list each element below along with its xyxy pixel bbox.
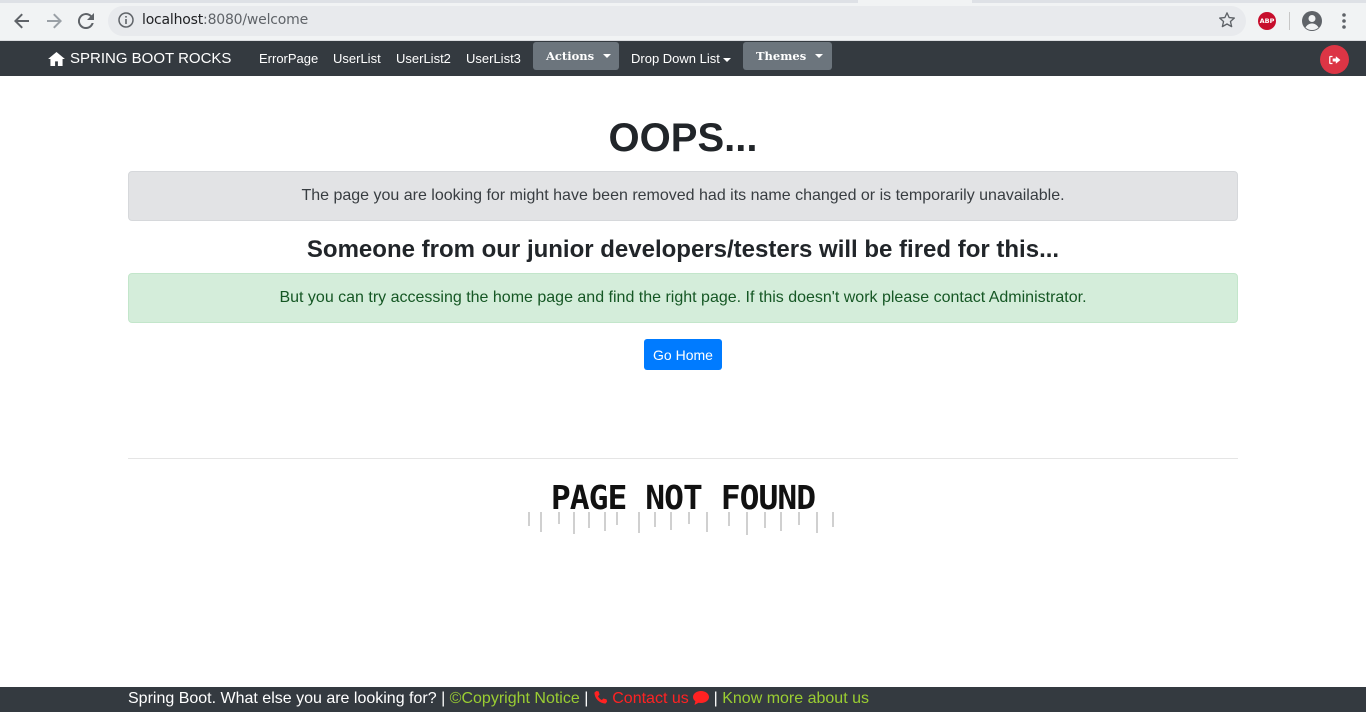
- forward-icon[interactable]: [42, 9, 66, 33]
- drop-down-list-toggle[interactable]: Drop Down List: [631, 51, 731, 66]
- copyright-link[interactable]: ©Copyright Notice: [450, 690, 580, 707]
- footer-separator: |: [579, 690, 593, 707]
- contact-link[interactable]: Contact us: [593, 690, 710, 707]
- actions-label: Actions: [546, 49, 595, 63]
- contact-label: Contact us: [612, 690, 689, 707]
- adblock-label: ABP: [1259, 17, 1275, 25]
- app-navbar: SPRING BOOT ROCKS ErrorPage UserList Use…: [0, 41, 1366, 76]
- brand-text: SPRING BOOT ROCKS: [70, 50, 232, 67]
- footer: Spring Boot. What else you are looking f…: [0, 687, 1366, 712]
- url-host: localhost: [142, 12, 204, 28]
- caret-down-icon: [722, 57, 731, 62]
- page-not-found-image: PAGE NOT FOUND: [528, 478, 834, 535]
- nav-link-errorpage[interactable]: ErrorPage: [259, 51, 318, 66]
- caret-down-icon: [815, 54, 824, 58]
- know-more-link[interactable]: Know more about us: [722, 690, 869, 707]
- divider: [128, 458, 1238, 459]
- footer-separator: |: [709, 690, 723, 707]
- themes-dropdown-button[interactable]: Themes: [743, 42, 832, 70]
- logout-button[interactable]: [1320, 45, 1349, 74]
- sign-out-icon: [1328, 55, 1340, 64]
- url-text: localhost:8080/welcome: [142, 12, 308, 28]
- nav-link-userlist[interactable]: UserList: [333, 51, 381, 66]
- bookmark-star-icon[interactable]: [1218, 11, 1236, 34]
- error-message-alert: The page you are looking for might have …: [128, 171, 1238, 221]
- actions-dropdown-button[interactable]: Actions: [533, 42, 619, 70]
- tab-strip: [0, 0, 1366, 3]
- themes-label: Themes: [756, 49, 807, 63]
- browser-toolbar: localhost:8080/welcome ABP: [0, 0, 1366, 41]
- page-not-found-text: PAGE NOT FOUND: [551, 478, 815, 517]
- footer-content: Spring Boot. What else you are looking f…: [128, 690, 869, 708]
- reload-icon[interactable]: [74, 9, 98, 33]
- nav-link-userlist3[interactable]: UserList3: [466, 51, 521, 66]
- drop-down-list-label: Drop Down List: [631, 51, 720, 66]
- info-icon[interactable]: [118, 12, 134, 33]
- address-bar[interactable]: localhost:8080/welcome: [108, 6, 1246, 36]
- home-icon: [48, 51, 65, 66]
- nav-link-userlist2[interactable]: UserList2: [396, 51, 451, 66]
- caret-down-icon: [603, 54, 612, 58]
- go-home-button[interactable]: Go Home: [644, 339, 722, 370]
- profile-icon[interactable]: [1300, 9, 1324, 33]
- adblock-extension-icon[interactable]: ABP: [1258, 12, 1276, 30]
- back-icon[interactable]: [10, 9, 34, 33]
- page-title: OOPS...: [608, 116, 758, 160]
- phone-icon: [594, 690, 607, 704]
- footer-prefix: Spring Boot. What else you are looking f…: [128, 690, 450, 707]
- brand-link[interactable]: SPRING BOOT ROCKS: [48, 50, 231, 67]
- hint-alert: But you can try accessing the home page …: [128, 273, 1238, 323]
- copyright-icon: ©: [449, 690, 462, 707]
- copyright-label: Copyright Notice: [461, 690, 580, 707]
- page-subtitle: Someone from our junior developers/teste…: [306, 236, 1060, 263]
- menu-kebab-icon[interactable]: [1332, 9, 1356, 33]
- toolbar-divider: [1289, 12, 1290, 30]
- chat-bubble-icon: [693, 691, 710, 705]
- url-path: :8080/welcome: [203, 12, 308, 28]
